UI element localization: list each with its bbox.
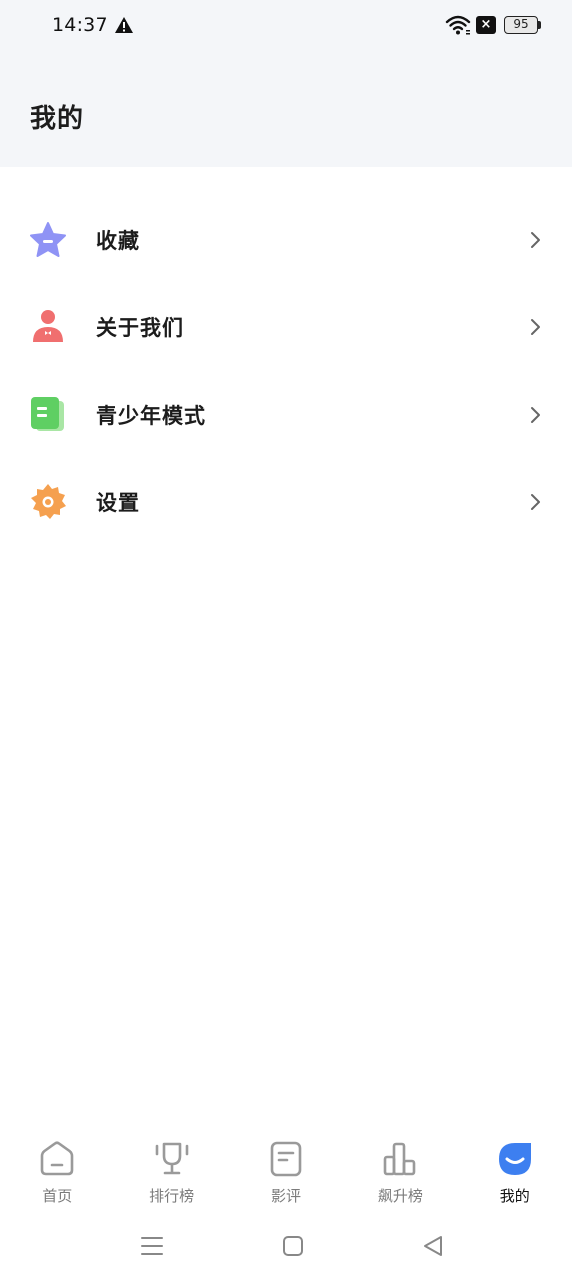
bar-chart-icon bbox=[384, 1142, 416, 1176]
bottom-tab-bar: 首页 排行榜 影评 飙升榜 我的 bbox=[0, 1134, 572, 1214]
menu-item-settings[interactable]: 设置 bbox=[0, 459, 572, 547]
tab-label: 排行榜 bbox=[149, 1187, 195, 1205]
tab-mine[interactable]: 我的 bbox=[458, 1134, 572, 1214]
chevron-right-icon bbox=[531, 494, 540, 511]
tab-label: 我的 bbox=[499, 1187, 530, 1205]
menu-icon[interactable] bbox=[134, 1232, 170, 1260]
chevron-right-icon bbox=[531, 319, 540, 336]
tab-ranking[interactable]: 排行榜 bbox=[114, 1134, 228, 1214]
system-nav-bar bbox=[0, 1220, 572, 1280]
menu-item-label: 青少年模式 bbox=[96, 403, 206, 428]
home-icon bbox=[40, 1141, 74, 1176]
tab-label: 影评 bbox=[270, 1187, 301, 1205]
star-icon bbox=[30, 221, 66, 257]
back-triangle-icon[interactable] bbox=[415, 1232, 451, 1260]
menu-item-about[interactable]: 关于我们 bbox=[0, 284, 572, 372]
tab-label: 首页 bbox=[42, 1187, 73, 1205]
status-time: 14:37 bbox=[52, 14, 108, 36]
menu-item-label: 收藏 bbox=[96, 228, 140, 253]
wifi-icon bbox=[445, 15, 471, 35]
profile-icon bbox=[498, 1143, 531, 1175]
page-title: 我的 bbox=[30, 104, 85, 134]
menu-list: 收藏 关于我们 青少年模式 设置 bbox=[0, 196, 572, 546]
menu-item-teen-mode[interactable]: 青少年模式 bbox=[0, 371, 572, 459]
battery-tip bbox=[538, 21, 541, 29]
tab-rising[interactable]: 飙升榜 bbox=[343, 1134, 457, 1214]
tab-reviews[interactable]: 影评 bbox=[229, 1134, 343, 1214]
trophy-icon bbox=[155, 1142, 188, 1175]
notification-x-icon: × bbox=[476, 16, 496, 34]
home-square-icon[interactable] bbox=[275, 1232, 311, 1260]
status-bar: 14:37 × 95 bbox=[0, 0, 572, 50]
menu-item-label: 设置 bbox=[96, 491, 140, 516]
battery-icon: 95 bbox=[504, 16, 538, 34]
tab-label: 飙升榜 bbox=[377, 1187, 423, 1205]
menu-item-favorites[interactable]: 收藏 bbox=[0, 196, 572, 284]
warning-icon bbox=[115, 17, 133, 33]
person-icon bbox=[33, 310, 63, 343]
chevron-right-icon bbox=[531, 406, 540, 423]
review-icon bbox=[270, 1141, 302, 1177]
tab-home[interactable]: 首页 bbox=[0, 1134, 114, 1214]
chevron-right-icon bbox=[531, 231, 540, 248]
document-icon bbox=[31, 396, 64, 431]
menu-item-label: 关于我们 bbox=[96, 316, 184, 341]
top-header: 14:37 × 95 我的 bbox=[0, 0, 572, 167]
gear-icon bbox=[31, 484, 66, 520]
